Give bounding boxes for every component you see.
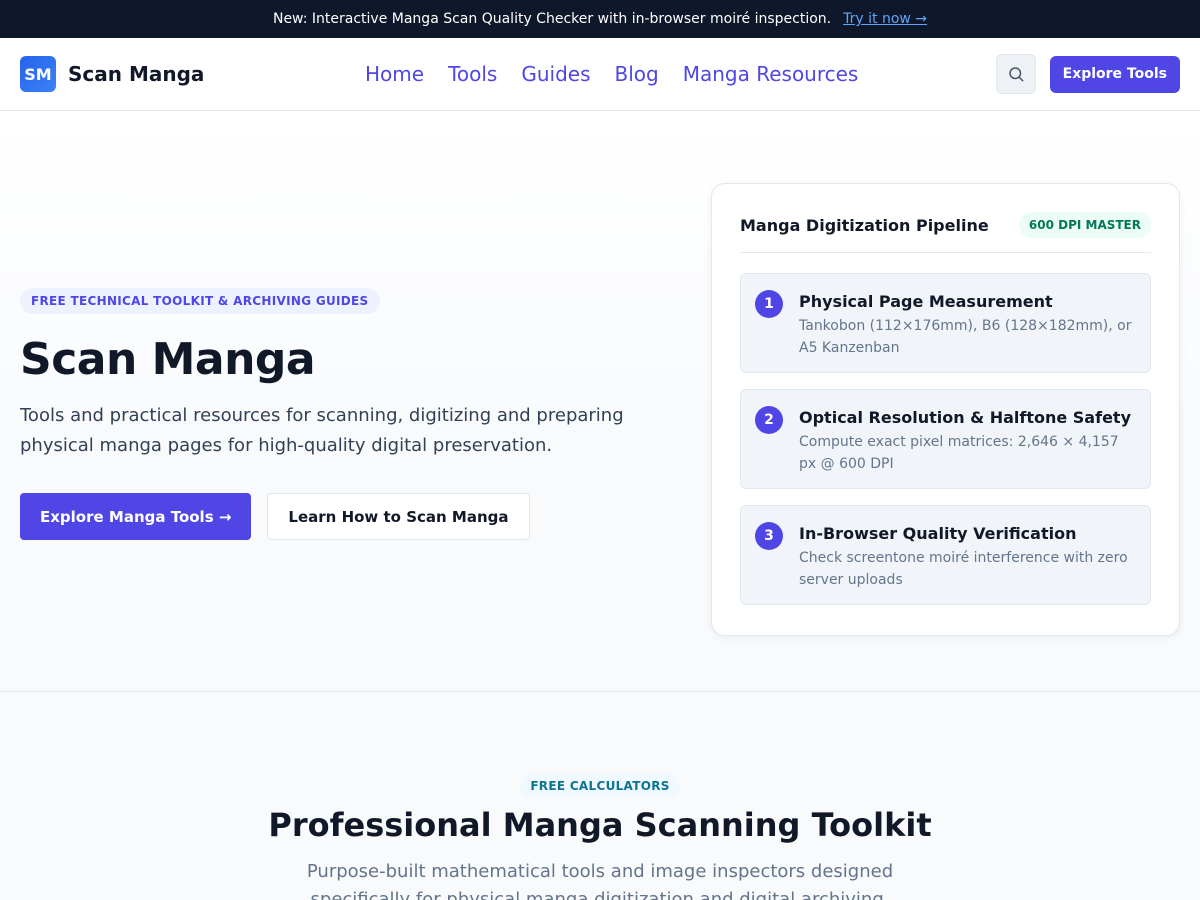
dpi-badge: 600 DPI MASTER	[1018, 212, 1151, 238]
try-it-now-link[interactable]: Try it now →	[843, 11, 927, 27]
pipeline-step: 3 In-Browser Quality Verification Check …	[740, 505, 1151, 605]
pipeline-card: Manga Digitization Pipeline 600 DPI MAST…	[711, 183, 1180, 636]
toolkit-section: FREE CALCULATORS Professional Manga Scan…	[0, 692, 1200, 900]
logo: SM	[20, 56, 56, 92]
hero-title: Scan Manga	[20, 334, 316, 385]
hero-pill: FREE TECHNICAL TOOLKIT & ARCHIVING GUIDE…	[20, 288, 380, 314]
hero-section: FREE TECHNICAL TOOLKIT & ARCHIVING GUIDE…	[0, 111, 1200, 692]
nav-guides[interactable]: Guides	[521, 62, 590, 86]
hero-description: Tools and practical resources for scanni…	[20, 405, 624, 456]
pipeline-step: 2 Optical Resolution & Halftone Safety C…	[740, 389, 1151, 489]
nav-tools[interactable]: Tools	[448, 62, 497, 86]
pipeline-header: Manga Digitization Pipeline 600 DPI MAST…	[740, 212, 1151, 253]
step-description: Check screentone moiré interference with…	[799, 550, 1128, 588]
announcement-text: New: Interactive Manga Scan Quality Chec…	[272, 11, 832, 27]
step-description: Compute exact pixel matrices: 2,646 × 4,…	[799, 434, 1119, 472]
toolkit-pill: FREE CALCULATORS	[520, 774, 680, 798]
site-header: SM Scan Manga Home Tools Guides Blog Man…	[0, 38, 1200, 111]
announcement-bar: New: Interactive Manga Scan Quality Chec…	[0, 0, 1200, 38]
learn-how-to-scan-button[interactable]: Learn How to Scan Manga	[267, 493, 530, 540]
nav-blog[interactable]: Blog	[615, 62, 659, 86]
toolkit-title: Professional Manga Scanning Toolkit	[268, 806, 932, 844]
pipeline-step: 1 Physical Page Measurement Tankobon (11…	[740, 273, 1151, 373]
explore-manga-tools-button[interactable]: Explore Manga Tools →	[20, 493, 252, 540]
header-actions: Explore Tools	[995, 54, 1180, 94]
step-title: Optical Resolution & Halftone Safety	[799, 408, 1131, 427]
brand[interactable]: SM Scan Manga	[20, 56, 204, 92]
pipeline-title: Manga Digitization Pipeline	[740, 215, 989, 235]
hero-ctas: Explore Manga Tools → Learn How to Scan …	[20, 493, 660, 540]
explore-tools-button[interactable]: Explore Tools	[1049, 55, 1180, 93]
toolkit-description: Purpose-built mathematical tools and ima…	[306, 861, 894, 900]
step-number: 1	[755, 290, 783, 318]
pipeline-steps: 1 Physical Page Measurement Tankobon (11…	[740, 273, 1151, 605]
step-number: 2	[755, 406, 783, 434]
search-button[interactable]	[995, 54, 1036, 94]
nav-manga-resources[interactable]: Manga Resources	[683, 62, 859, 86]
brand-name: Scan Manga	[68, 62, 205, 86]
step-title: Physical Page Measurement	[799, 292, 1053, 311]
step-description: Tankobon (112×176mm), B6 (128×182mm), or…	[799, 318, 1132, 356]
step-title: In-Browser Quality Verification	[799, 524, 1077, 543]
nav-home[interactable]: Home	[365, 62, 424, 86]
step-number: 3	[755, 522, 783, 550]
hero-content: FREE TECHNICAL TOOLKIT & ARCHIVING GUIDE…	[20, 288, 660, 540]
search-icon	[1008, 67, 1024, 82]
main-nav: Home Tools Guides Blog Manga Resources	[365, 62, 858, 86]
